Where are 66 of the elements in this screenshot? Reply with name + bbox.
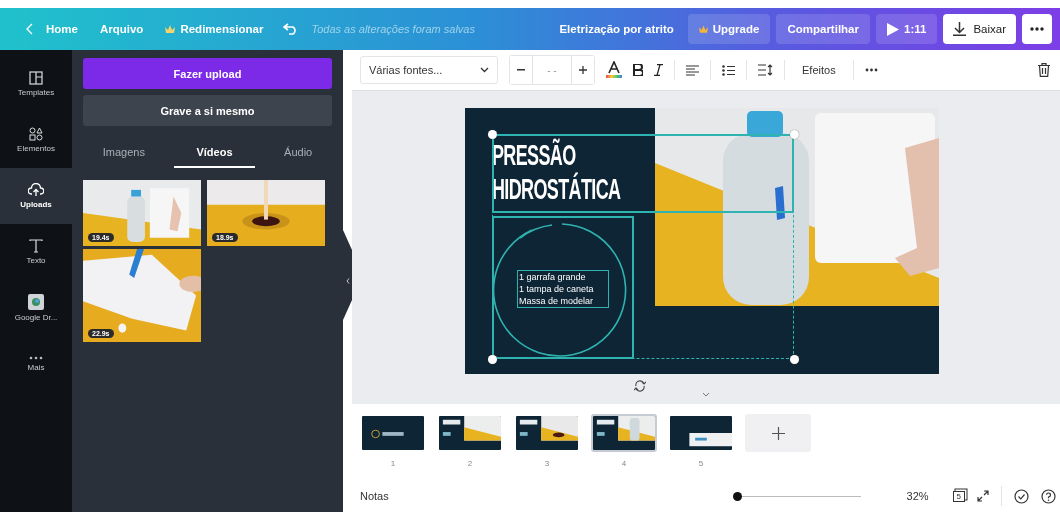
more-icon <box>1030 27 1044 31</box>
page-thumbnail[interactable] <box>591 414 657 452</box>
page-thumbnail[interactable] <box>514 414 580 452</box>
play-button[interactable]: 1:11 <box>876 14 938 44</box>
slide-title[interactable]: PRESSÃO HIDROSTÁTICA <box>492 138 621 206</box>
resize-handle[interactable] <box>487 129 497 139</box>
app-icon <box>28 294 44 310</box>
align-left-icon[interactable] <box>686 64 699 76</box>
resize-handle[interactable] <box>789 354 799 364</box>
italic-icon[interactable] <box>654 64 663 76</box>
record-button[interactable]: Grave a si mesmo <box>83 95 332 126</box>
materials-list[interactable]: 1 garrafa grande 1 tampa de caneta Massa de modelar <box>517 270 609 308</box>
text-icon <box>29 239 43 253</box>
share-button[interactable]: Compartilhar <box>776 14 870 44</box>
chevron-left-icon <box>345 278 350 284</box>
trash-icon[interactable] <box>1038 63 1050 77</box>
effects-button[interactable]: Efeitos <box>796 63 842 77</box>
more-icon <box>29 356 43 360</box>
page-thumbnail[interactable] <box>668 414 734 452</box>
font-dropdown[interactable]: Várias fontes... <box>360 56 498 84</box>
chevron-down-icon[interactable] <box>702 392 710 397</box>
page-number: 1 <box>390 459 396 468</box>
upgrade-button[interactable]: Upgrade <box>687 14 771 44</box>
more-icon[interactable] <box>864 68 878 72</box>
chevron-left-icon <box>26 23 33 35</box>
crown-icon <box>698 24 708 34</box>
page-number: 3 <box>544 459 550 468</box>
zoom-slider-thumb[interactable] <box>733 491 743 501</box>
plus-icon <box>579 66 587 74</box>
page-number: 5 <box>698 459 704 468</box>
cloud-upload-icon <box>28 183 44 197</box>
tab[interactable]: Áudio <box>274 136 323 168</box>
download-button[interactable]: Baixar <box>943 14 1016 44</box>
page-thumbnail[interactable] <box>437 414 503 452</box>
notes-button[interactable]: Notas <box>360 490 389 502</box>
page-number: 2 <box>467 459 473 468</box>
crown-icon <box>165 24 176 34</box>
play-icon <box>887 22 899 36</box>
shapes-icon <box>29 127 43 141</box>
upload-button[interactable]: Fazer upload <box>83 58 332 89</box>
list-icon[interactable] <box>722 64 735 76</box>
rotate-icon[interactable] <box>634 380 646 392</box>
tab[interactable]: Imagens <box>92 136 155 168</box>
chevron-down-icon <box>480 67 489 73</box>
design-title[interactable]: Eletrização por atrito <box>559 23 674 35</box>
minus-icon <box>517 69 525 71</box>
help-icon[interactable] <box>1041 488 1056 504</box>
slide[interactable]: PRESSÃO HIDROSTÁTICA 1 garrafa grande 1 tampa de caneta Massa de modelar <box>465 108 939 374</box>
resize-handle[interactable] <box>487 354 497 364</box>
sidebar-item[interactable]: Uploads <box>0 168 72 224</box>
layout-icon <box>29 71 43 85</box>
plus-icon <box>771 426 785 440</box>
page-number: 4 <box>621 459 627 468</box>
more-button[interactable] <box>1022 14 1052 44</box>
bold-icon[interactable] <box>633 64 643 76</box>
expand-icon[interactable] <box>977 490 989 502</box>
tab[interactable]: Vídeos <box>174 136 255 168</box>
page-thumbnail[interactable] <box>360 414 426 452</box>
download-icon <box>953 22 967 36</box>
zoom-reading: 32% <box>906 490 929 502</box>
text-color-icon[interactable] <box>606 61 622 79</box>
resize-handle[interactable] <box>789 129 799 139</box>
check-circle-icon[interactable] <box>1014 488 1029 504</box>
save-status: Todas as alterações foram salvas <box>311 23 475 35</box>
spacing-icon[interactable] <box>758 64 773 76</box>
page-count-button[interactable]: 5 <box>952 490 965 502</box>
